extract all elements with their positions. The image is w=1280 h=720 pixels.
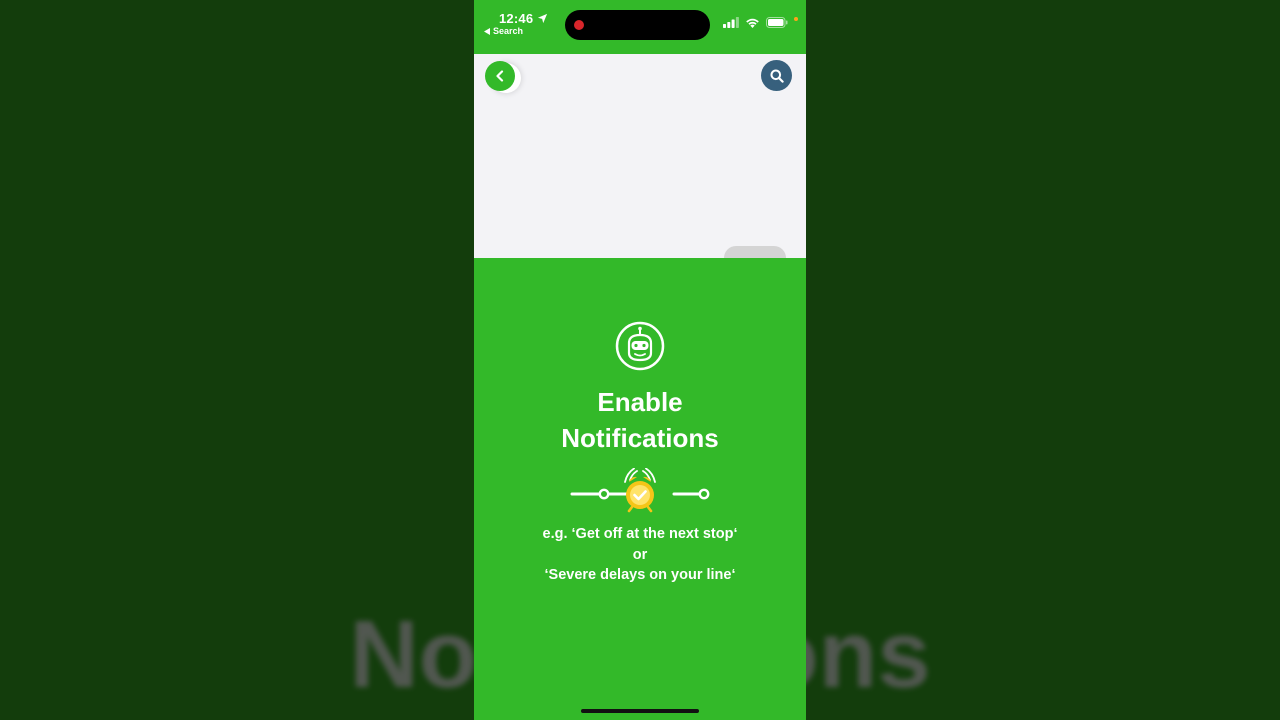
recording-indicator [574, 20, 584, 30]
dynamic-island [565, 10, 710, 40]
back-to-search-link[interactable]: Search [484, 26, 523, 36]
privacy-indicator-dot [794, 16, 798, 21]
status-time: 12:46 [499, 11, 534, 26]
onboarding-title-line2: Notifications [561, 423, 719, 453]
wifi-icon [746, 18, 759, 28]
search-icon [770, 69, 784, 83]
notification-examples: e.g. ‘Get off at the next stop‘ or ‘Seve… [474, 524, 806, 586]
back-to-search-label: Search [493, 26, 524, 36]
status-bar: 12:46 Search [474, 0, 806, 50]
onboarding-title: Enable Notifications [474, 384, 806, 456]
status-time-group: 12:46 [499, 11, 548, 26]
robot-head-icon [615, 321, 665, 371]
onboarding-title-line1: Enable [597, 387, 683, 417]
location-arrow-icon [538, 13, 548, 24]
battery-icon [766, 17, 788, 28]
alarm-clock-icon [570, 468, 710, 513]
example-line3: ‘Severe delays on your line‘ [544, 567, 736, 583]
notifications-onboarding-sheet: Enable Notifications e.g. ‘Get off at th… [474, 258, 806, 720]
back-triangle-icon [484, 27, 490, 35]
example-line2: or [632, 546, 648, 563]
map-area[interactable] [474, 54, 806, 270]
example-line1: e.g. ‘Get off at the next stop‘ [542, 526, 738, 542]
search-button[interactable] [761, 60, 792, 91]
back-button[interactable] [485, 61, 515, 91]
phone-screen: 12:46 Search Enable Notifications e.g. ‘… [474, 0, 806, 720]
home-indicator[interactable] [581, 709, 699, 713]
status-icons [723, 16, 798, 28]
chevron-left-icon [496, 70, 504, 82]
cellular-signal-icon [723, 17, 739, 28]
